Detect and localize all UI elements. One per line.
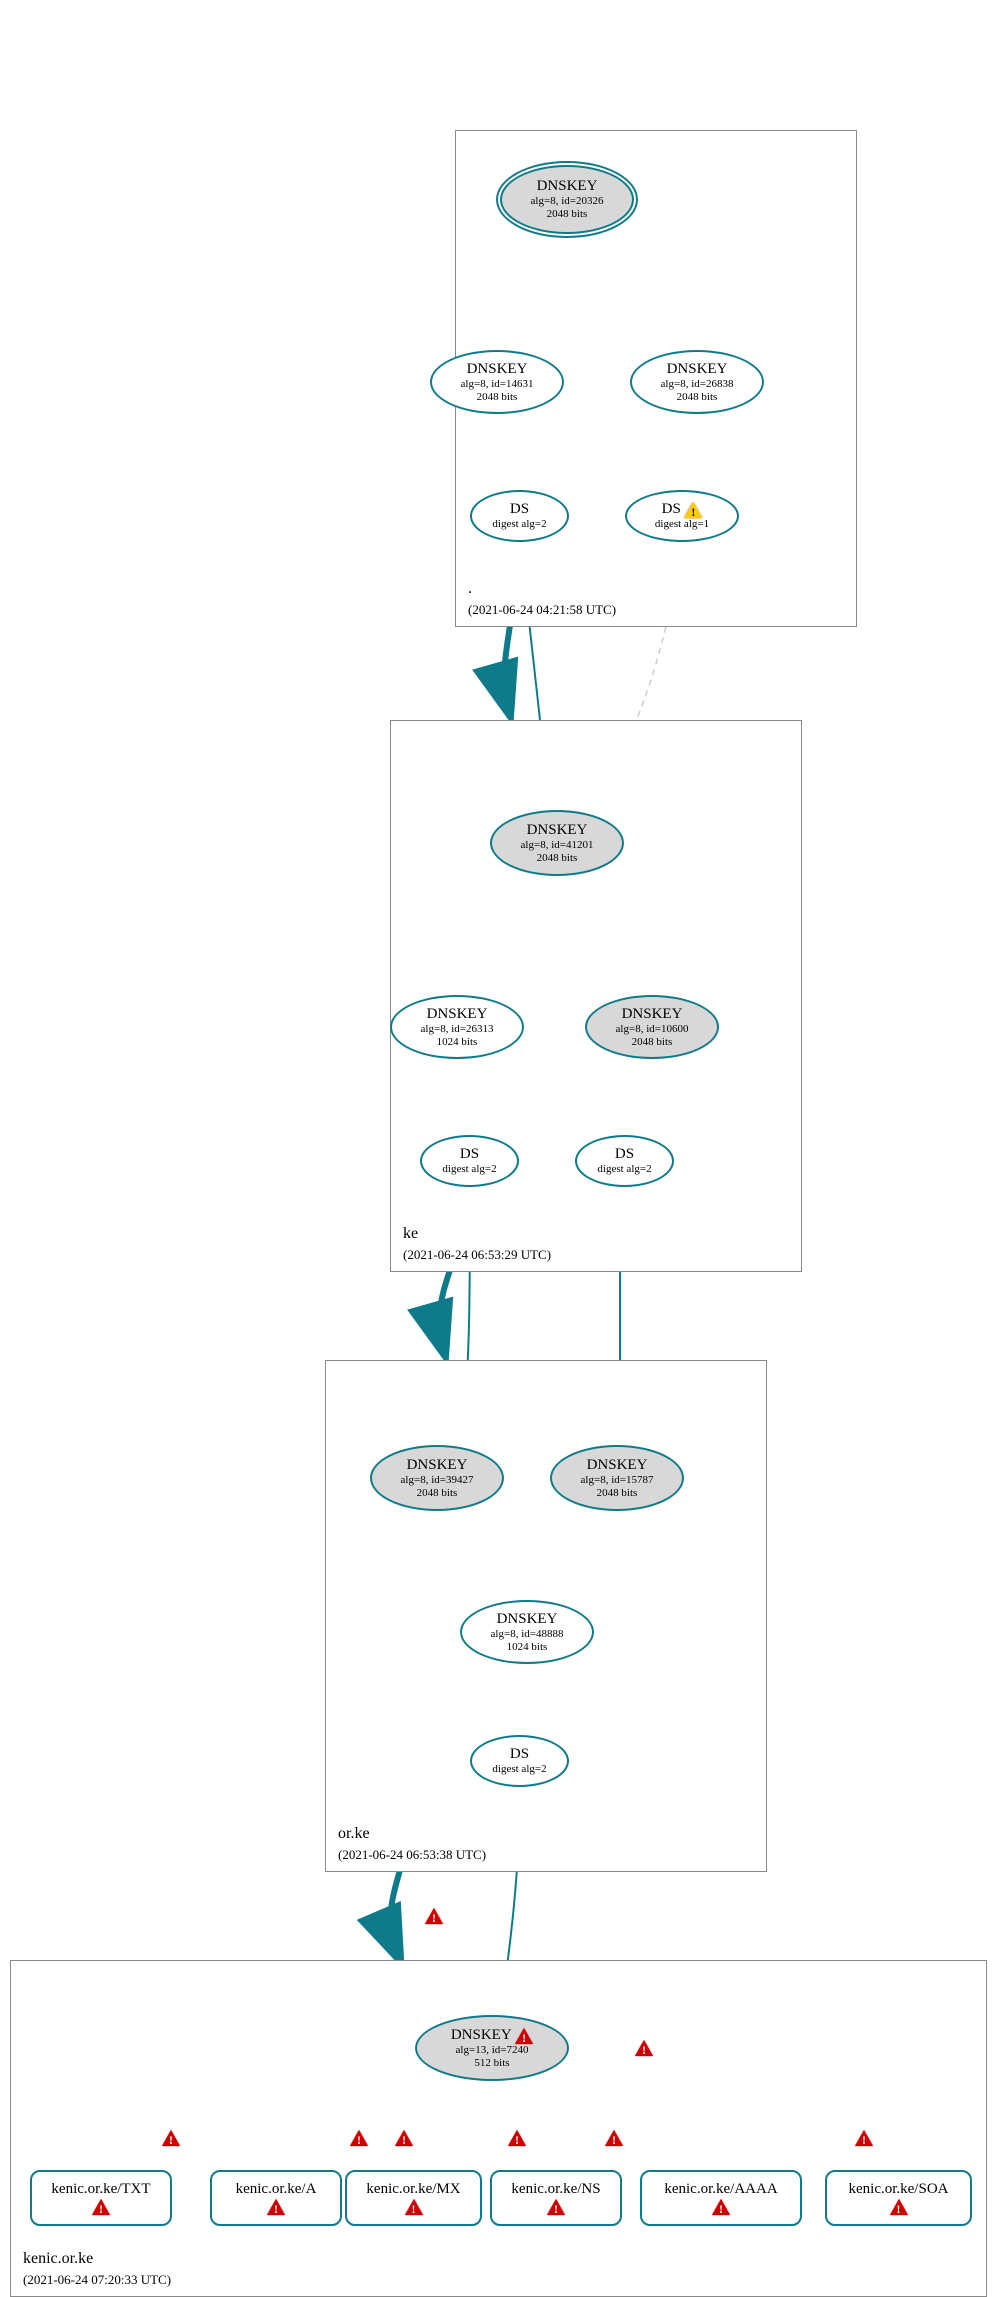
error-icon: ! <box>547 2199 565 2215</box>
node-line3: 2048 bits <box>597 1487 638 1500</box>
rr-ns[interactable]: kenic.or.ke/NS ! <box>490 2170 622 2226</box>
node-title: DS <box>662 501 681 517</box>
node-title: DS <box>510 1746 529 1763</box>
node-title: DNSKEY <box>467 361 528 378</box>
node-line2: alg=8, id=26838 <box>661 378 734 391</box>
rr-label: kenic.or.ke/MX <box>366 2181 460 2198</box>
node-title: DS <box>460 1146 479 1163</box>
error-icon: ! <box>395 2130 413 2146</box>
node-title: DS <box>510 501 529 518</box>
zone-kenic-name: kenic.or.ke <box>23 2250 93 2268</box>
error-icon: ! <box>515 2028 533 2044</box>
rr-mx[interactable]: kenic.or.ke/MX ! <box>345 2170 482 2226</box>
error-icon: ! <box>890 2199 908 2215</box>
error-icon: ! <box>712 2199 730 2215</box>
node-line2: alg=8, id=20326 <box>531 195 604 208</box>
node-line2: digest alg=2 <box>492 518 546 531</box>
zone-kenic: kenic.or.ke (2021-06-24 07:20:33 UTC) <box>10 1960 987 2297</box>
node-title: DS <box>615 1146 634 1163</box>
node-line3: 512 bits <box>474 2057 509 2070</box>
node-line3: 1024 bits <box>507 1641 548 1654</box>
node-root-zsk1[interactable]: DNSKEY alg=8, id=14631 2048 bits <box>430 350 564 414</box>
node-line2: alg=8, id=48888 <box>491 1628 564 1641</box>
node-ke-ksk[interactable]: DNSKEY alg=8, id=41201 2048 bits <box>490 810 624 876</box>
node-title: DNSKEY <box>527 822 588 839</box>
error-icon: ! <box>92 2199 110 2215</box>
node-title: DNSKEY <box>667 361 728 378</box>
zone-root-timestamp: (2021-06-24 04:21:58 UTC) <box>468 602 616 618</box>
node-line3: 2048 bits <box>547 208 588 221</box>
zone-orke-name: or.ke <box>338 1825 370 1843</box>
node-line3: 2048 bits <box>632 1036 673 1049</box>
rr-txt[interactable]: kenic.or.ke/TXT ! <box>30 2170 172 2226</box>
node-root-ksk[interactable]: DNSKEY alg=8, id=20326 2048 bits <box>500 165 634 234</box>
node-line3: 1024 bits <box>437 1036 478 1049</box>
node-title: DNSKEY <box>407 1457 468 1474</box>
error-icon: ! <box>605 2130 623 2146</box>
node-line2: alg=13, id=7240 <box>456 2044 529 2057</box>
node-line2: alg=8, id=15787 <box>581 1474 654 1487</box>
node-title: DNSKEY <box>497 1611 558 1628</box>
rr-label: kenic.or.ke/AAAA <box>664 2181 777 2198</box>
node-orke-ds[interactable]: DS digest alg=2 <box>470 1735 569 1787</box>
node-line3: 2048 bits <box>537 852 578 865</box>
node-line2: alg=8, id=41201 <box>521 839 594 852</box>
rr-a[interactable]: kenic.or.ke/A ! <box>210 2170 342 2226</box>
node-orke-ksk2[interactable]: DNSKEY alg=8, id=15787 2048 bits <box>550 1445 684 1511</box>
node-root-ds1[interactable]: DS ! digest alg=1 <box>625 490 739 542</box>
rr-label: kenic.or.ke/TXT <box>51 2181 150 2198</box>
node-line2: alg=8, id=14631 <box>461 378 534 391</box>
error-icon: ! <box>267 2199 285 2215</box>
error-icon: ! <box>855 2130 873 2146</box>
error-icon: ! <box>425 1908 443 1924</box>
warning-icon: ! <box>684 502 702 518</box>
node-line2: alg=8, id=39427 <box>401 1474 474 1487</box>
node-title: DNSKEY <box>427 1006 488 1023</box>
zone-kenic-timestamp: (2021-06-24 07:20:33 UTC) <box>23 2272 171 2288</box>
zone-root-name: . <box>468 580 472 598</box>
zone-ke-name: ke <box>403 1225 418 1243</box>
node-title: DNSKEY <box>451 2027 512 2043</box>
rr-aaaa[interactable]: kenic.or.ke/AAAA ! <box>640 2170 802 2226</box>
rr-soa[interactable]: kenic.or.ke/SOA ! <box>825 2170 972 2226</box>
node-title: DNSKEY <box>537 178 598 195</box>
zone-ke-timestamp: (2021-06-24 06:53:29 UTC) <box>403 1247 551 1263</box>
error-icon: ! <box>350 2130 368 2146</box>
error-icon: ! <box>162 2130 180 2146</box>
node-ke-zsk[interactable]: DNSKEY alg=8, id=26313 1024 bits <box>390 995 524 1059</box>
node-line2: digest alg=2 <box>597 1163 651 1176</box>
node-orke-ksk1[interactable]: DNSKEY alg=8, id=39427 2048 bits <box>370 1445 504 1511</box>
node-line2: digest alg=1 <box>655 518 709 531</box>
error-icon: ! <box>635 2040 653 2056</box>
node-line3: 2048 bits <box>477 391 518 404</box>
node-ke-ds1[interactable]: DS digest alg=2 <box>420 1135 519 1187</box>
node-title: DNSKEY <box>587 1457 648 1474</box>
node-root-zsk2[interactable]: DNSKEY alg=8, id=26838 2048 bits <box>630 350 764 414</box>
rr-label: kenic.or.ke/SOA <box>849 2181 949 2198</box>
node-ke-ds2[interactable]: DS digest alg=2 <box>575 1135 674 1187</box>
node-line2: digest alg=2 <box>492 1763 546 1776</box>
node-line2: alg=8, id=26313 <box>421 1023 494 1036</box>
zone-orke-timestamp: (2021-06-24 06:53:38 UTC) <box>338 1847 486 1863</box>
node-root-ds2[interactable]: DS digest alg=2 <box>470 490 569 542</box>
node-title: DNSKEY <box>622 1006 683 1023</box>
rr-label: kenic.or.ke/A <box>236 2181 317 2198</box>
error-icon: ! <box>508 2130 526 2146</box>
rr-label: kenic.or.ke/NS <box>511 2181 600 2198</box>
node-line2: digest alg=2 <box>442 1163 496 1176</box>
node-kenic-key[interactable]: DNSKEY ! alg=13, id=7240 512 bits <box>415 2015 569 2081</box>
node-line3: 2048 bits <box>417 1487 458 1500</box>
node-line2: alg=8, id=10600 <box>616 1023 689 1036</box>
node-orke-zsk[interactable]: DNSKEY alg=8, id=48888 1024 bits <box>460 1600 594 1664</box>
error-icon: ! <box>405 2199 423 2215</box>
node-ke-key2[interactable]: DNSKEY alg=8, id=10600 2048 bits <box>585 995 719 1059</box>
node-line3: 2048 bits <box>677 391 718 404</box>
